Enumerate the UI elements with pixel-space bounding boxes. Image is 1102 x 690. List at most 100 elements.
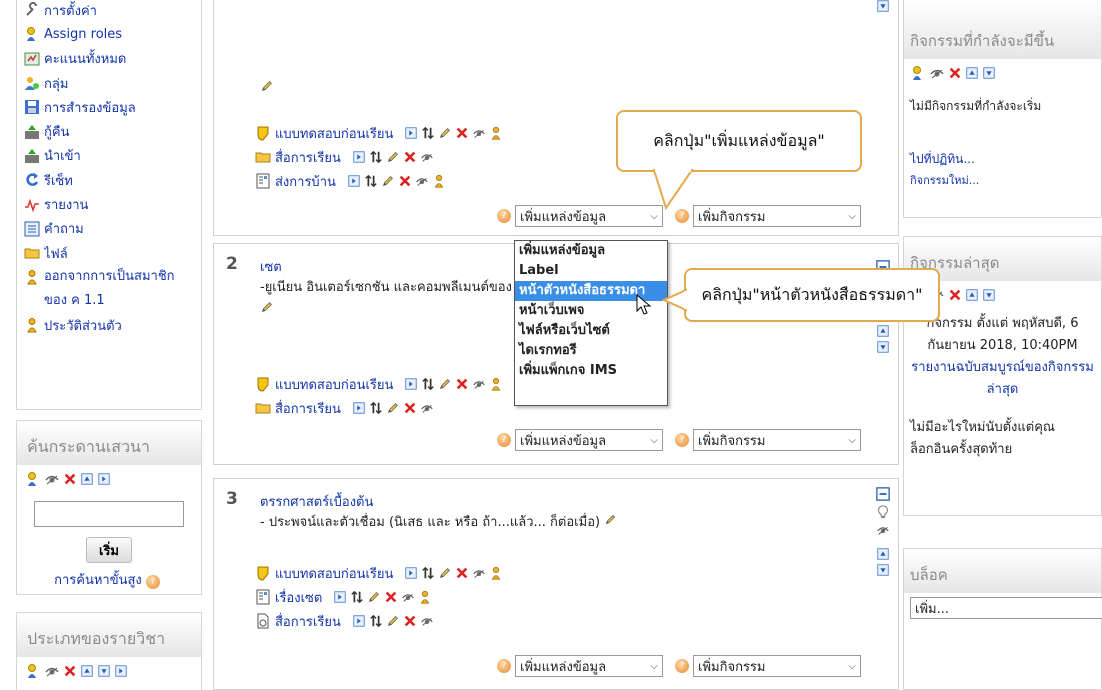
menu-grades-label[interactable]: คะแนนทั้งหมด xyxy=(44,48,126,69)
menu-settings[interactable]: การตั้งค่า xyxy=(17,0,201,22)
menu-groups-label[interactable]: กลุ่ม xyxy=(44,73,68,94)
menu-import[interactable]: นำเข้า xyxy=(17,144,201,168)
activity-link[interactable]: แบบทดสอบก่อนเรียน xyxy=(275,374,393,395)
help-icon[interactable]: ? xyxy=(497,433,511,447)
highlight-icon[interactable] xyxy=(876,503,890,521)
edit-icon[interactable] xyxy=(438,566,452,580)
hide-icon[interactable] xyxy=(415,174,429,188)
help-icon[interactable]: ? xyxy=(497,659,511,673)
help-icon[interactable]: ? xyxy=(145,575,160,589)
menu-questions[interactable]: คำถาม xyxy=(17,217,201,241)
add-activity-select[interactable]: เพิ่มกิจกรรม ⌵ xyxy=(693,429,861,451)
hide-icon[interactable] xyxy=(420,150,434,164)
dropdown-option[interactable]: ไฟล์หรือเว็บไซต์ xyxy=(515,321,667,341)
edit-summary-icon[interactable] xyxy=(260,79,274,97)
move-up-icon[interactable] xyxy=(80,472,94,486)
add-block-select[interactable]: เพิ่ม... xyxy=(910,597,1102,619)
hide-icon[interactable] xyxy=(420,401,434,415)
menu-assign-roles-label[interactable]: Assign roles xyxy=(44,27,122,42)
move-down-icon[interactable] xyxy=(876,0,890,13)
menu-profile-label[interactable]: ประวัติส่วนตัว xyxy=(44,315,122,336)
activity-link[interactable]: ส่งการบ้าน xyxy=(275,171,336,192)
move-right-icon[interactable] xyxy=(404,126,418,140)
section-title[interactable]: ตรรกศาสตร์เบื้องต้น xyxy=(260,491,373,512)
delete-icon[interactable] xyxy=(63,664,77,678)
menu-reports[interactable]: รายงาน xyxy=(17,192,201,216)
move-icon[interactable] xyxy=(421,566,435,580)
move-down-icon[interactable] xyxy=(982,288,996,302)
menu-restore-label[interactable]: กู้คืน xyxy=(44,121,69,142)
menu-assign-roles[interactable]: Assign roles xyxy=(17,22,201,46)
move-up-icon[interactable] xyxy=(965,288,979,302)
move-right-icon[interactable] xyxy=(404,566,418,580)
group-mode-icon[interactable] xyxy=(489,566,503,580)
forum-search-input[interactable] xyxy=(34,501,184,527)
hide-icon[interactable] xyxy=(876,523,890,537)
delete-icon[interactable] xyxy=(403,150,417,164)
add-resource-select[interactable]: เพิ่มแหล่งข้อมูล ⌵ xyxy=(515,655,663,677)
edit-icon[interactable] xyxy=(386,614,400,628)
menu-questions-label[interactable]: คำถาม xyxy=(44,218,84,239)
move-icon[interactable] xyxy=(369,150,383,164)
full-report-link[interactable]: รายงานฉบับสมบูรณ์ของกิจกรรมล่าสุด xyxy=(911,360,1094,397)
hide-icon[interactable] xyxy=(44,663,60,679)
help-icon[interactable]: ? xyxy=(675,659,689,673)
move-down-icon[interactable] xyxy=(97,664,111,678)
move-icon[interactable] xyxy=(369,401,383,415)
menu-unenrol[interactable]: ออกจากการเป็นสมาชิกของ ค 1.1 xyxy=(17,265,201,313)
hide-icon[interactable] xyxy=(420,614,434,628)
menu-groups[interactable]: กลุ่ม xyxy=(17,71,201,95)
delete-icon[interactable] xyxy=(398,174,412,188)
move-up-icon[interactable] xyxy=(876,547,890,561)
move-icon[interactable] xyxy=(421,377,435,391)
go-to-calendar-link[interactable]: ไปที่ปฏิทิน... xyxy=(910,152,975,166)
edit-icon[interactable] xyxy=(367,590,381,604)
delete-icon[interactable] xyxy=(948,288,962,302)
move-icon[interactable] xyxy=(369,614,383,628)
activity-link[interactable]: สื่อการเรียน xyxy=(275,398,341,419)
new-event-link[interactable]: กิจกรรมใหม่... xyxy=(910,174,979,187)
move-right-icon[interactable] xyxy=(352,614,366,628)
group-mode-icon[interactable] xyxy=(432,174,446,188)
move-icon[interactable] xyxy=(421,126,435,140)
move-icon[interactable] xyxy=(350,590,364,604)
search-go-button[interactable]: เริ่ม xyxy=(86,537,132,563)
assign-roles-icon[interactable] xyxy=(910,65,926,81)
add-activity-select[interactable]: เพิ่มกิจกรรม ⌵ xyxy=(693,205,861,227)
edit-icon[interactable] xyxy=(386,150,400,164)
edit-icon[interactable] xyxy=(438,377,452,391)
hide-icon[interactable] xyxy=(929,65,945,81)
move-right-icon[interactable] xyxy=(404,377,418,391)
move-right-icon[interactable] xyxy=(347,174,361,188)
activity-link[interactable]: เรื่องเซต xyxy=(275,587,322,608)
help-icon[interactable]: ? xyxy=(675,433,689,447)
group-mode-icon[interactable] xyxy=(489,126,503,140)
menu-import-label[interactable]: นำเข้า xyxy=(44,145,81,166)
edit-icon[interactable] xyxy=(438,126,452,140)
dropdown-option[interactable]: ไดเรกทอรี xyxy=(515,341,667,361)
hide-icon[interactable] xyxy=(472,126,486,140)
menu-reset-label[interactable]: รีเซ็ท xyxy=(44,170,73,191)
add-resource-select[interactable]: เพิ่มแหล่งข้อมูล ⌵ xyxy=(515,205,663,227)
move-right-icon[interactable] xyxy=(352,401,366,415)
section-title[interactable]: เซต xyxy=(260,256,282,277)
collapse-icon[interactable] xyxy=(876,487,890,501)
move-up-icon[interactable] xyxy=(80,664,94,678)
edit-icon[interactable] xyxy=(386,401,400,415)
menu-reports-label[interactable]: รายงาน xyxy=(44,194,88,215)
menu-restore[interactable]: กู้คืน xyxy=(17,119,201,143)
move-right-icon[interactable] xyxy=(114,664,128,678)
group-mode-icon[interactable] xyxy=(418,590,432,604)
add-resource-select[interactable]: เพิ่มแหล่งข้อมูล ⌵ xyxy=(515,429,663,451)
move-down-icon[interactable] xyxy=(876,563,890,577)
menu-backup[interactable]: การสำรองข้อมูล xyxy=(17,95,201,119)
dropdown-option[interactable]: Label xyxy=(515,261,667,281)
delete-icon[interactable] xyxy=(384,590,398,604)
assign-roles-icon[interactable] xyxy=(25,471,41,487)
hide-icon[interactable] xyxy=(44,471,60,487)
delete-icon[interactable] xyxy=(63,472,77,486)
edit-icon[interactable] xyxy=(381,174,395,188)
activity-link[interactable]: แบบทดสอบก่อนเรียน xyxy=(275,563,393,584)
group-mode-icon[interactable] xyxy=(489,377,503,391)
delete-icon[interactable] xyxy=(948,66,962,80)
